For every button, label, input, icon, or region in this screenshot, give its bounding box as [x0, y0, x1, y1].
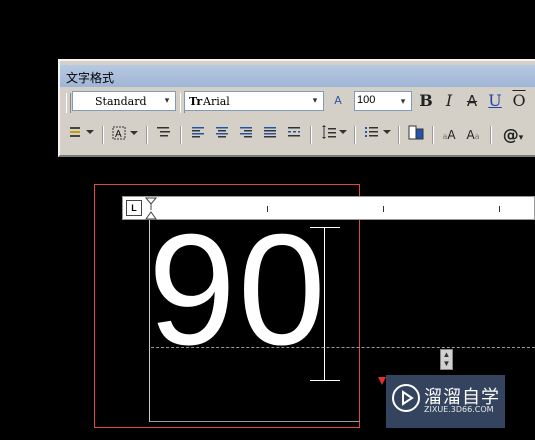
toolbar-row-2: A aA Aa @▾ [66, 125, 531, 149]
svg-text:A: A [115, 129, 122, 140]
uppercase-icon[interactable]: aA [438, 125, 460, 145]
text-baseline [151, 347, 535, 348]
tab-type-button[interactable]: L [126, 200, 142, 216]
toolbar-separator [102, 126, 104, 144]
align-left-icon[interactable] [188, 125, 208, 145]
chevron-down-icon: ▾ [400, 96, 406, 106]
strikethrough-button[interactable]: A [462, 91, 482, 111]
toolbar-separator [490, 126, 492, 144]
watermark-url: ZIXUE.3D66.COM [424, 405, 494, 414]
align-center-icon[interactable] [212, 125, 232, 145]
text-formatting-toolbar: 文字格式 Standard ▾ Tr Arial ▾ A 100 ▾ B I A… [58, 59, 535, 157]
font-select[interactable]: Tr Arial ▾ [184, 91, 324, 111]
justify-icon[interactable] [260, 125, 280, 145]
align-right-icon[interactable] [236, 125, 256, 145]
justification-icon[interactable]: A [110, 125, 140, 145]
play-icon [392, 384, 420, 412]
paragraph-icon[interactable] [154, 125, 174, 145]
toolbar-title: 文字格式 [66, 71, 115, 85]
text-cursor [324, 228, 325, 380]
ruler-tick [499, 206, 500, 212]
toolbar-row-1: Standard ▾ Tr Arial ▾ A 100 ▾ B I A U O [66, 91, 531, 115]
toolbar-separator [354, 126, 356, 144]
red-arrow-icon [378, 377, 386, 385]
toolbar-grip-icon[interactable] [66, 93, 71, 113]
symbol-icon[interactable]: @▾ [498, 125, 528, 145]
toolbar-separator [310, 126, 312, 144]
toolbar-separator [398, 126, 400, 144]
toolbar-separator [432, 126, 434, 144]
ruler-tick [383, 206, 384, 212]
lowercase-icon[interactable]: Aa [462, 125, 484, 145]
chevron-down-icon: ▾ [164, 96, 170, 106]
underline-button[interactable]: U [485, 91, 505, 111]
toolbar-separator [180, 126, 182, 144]
toolbar-separator [146, 126, 148, 144]
style-select[interactable]: Standard ▾ [72, 91, 176, 111]
overline-button[interactable]: O [509, 91, 529, 111]
resize-handle-icon[interactable]: ▲ ▼ [440, 349, 453, 370]
truetype-icon: Tr [189, 95, 203, 108]
text-cursor-cap [310, 380, 340, 381]
bold-button[interactable]: B [416, 91, 436, 111]
line-spacing-icon[interactable] [318, 125, 348, 145]
text-cursor-cap [310, 227, 340, 228]
toolbar-title-bar[interactable]: 文字格式 [60, 65, 535, 87]
stack-icon[interactable] [68, 125, 96, 145]
mtext-content[interactable]: 90 [148, 210, 328, 370]
chevron-down-icon: ▾ [312, 96, 318, 106]
numbering-icon[interactable] [362, 125, 392, 145]
insert-field-icon[interactable] [406, 125, 426, 145]
text-height-icon[interactable]: A [328, 91, 348, 111]
distribute-icon[interactable] [284, 125, 304, 145]
italic-button[interactable]: I [439, 91, 459, 111]
text-height-select[interactable]: 100 ▾ [354, 91, 412, 111]
